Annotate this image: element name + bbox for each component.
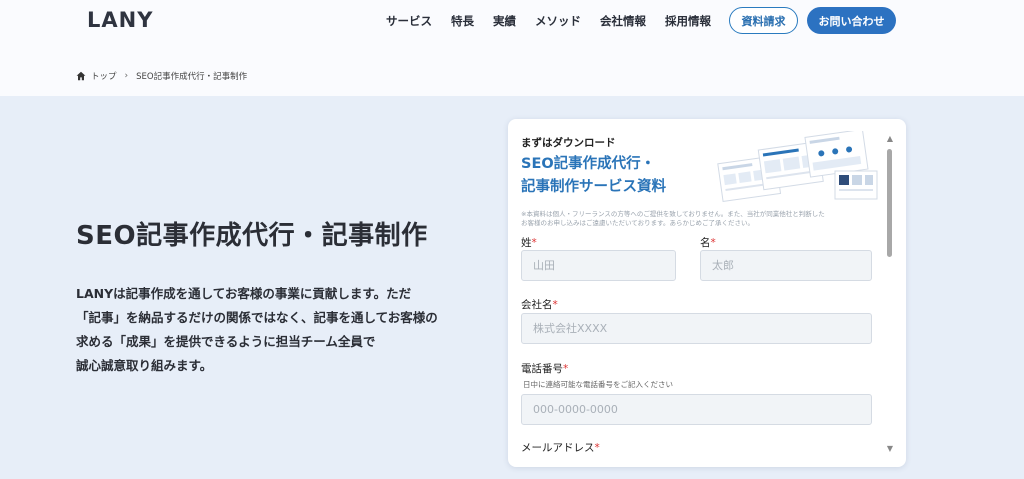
required-mark: *	[552, 299, 558, 311]
hero-desc-line: 「記事」を納品するだけの関係ではなく、記事を通してお客様の	[76, 310, 438, 325]
nav-service[interactable]: サービス	[386, 13, 432, 29]
site-header: LANY サービス 特長 実績 メソッド 会社情報 採用情報 資料請求 お問い合…	[0, 0, 1024, 62]
phone-label: 電話番号*	[521, 361, 568, 376]
breadcrumb-home[interactable]: トップ	[91, 70, 117, 82]
email-label: メールアドレス*	[521, 440, 600, 455]
breadcrumb: トップ › SEO記事作成代行・記事制作	[76, 70, 247, 82]
download-button[interactable]: 資料請求	[729, 7, 798, 34]
nav-recruit[interactable]: 採用情報	[665, 13, 711, 29]
breadcrumb-band: トップ › SEO記事作成代行・記事制作	[0, 62, 1024, 96]
download-form-card: まずはダウンロード SEO記事作成代行・ 記事制作サービス資料 ※本資料は個人・…	[508, 119, 906, 467]
last-name-input[interactable]	[521, 250, 676, 281]
phone-hint: 日中に連絡可能な電話番号をご記入ください	[523, 380, 673, 389]
hero-description: LANYは記事作成を通してお客様の事業に貢献します。ただ 「記事」を納品するだけ…	[76, 282, 476, 378]
last-name-label: 姓*	[521, 235, 537, 250]
nav-company[interactable]: 会社情報	[600, 13, 646, 29]
company-label-text: 会社名	[521, 299, 553, 311]
scrollbar-thumb[interactable]	[887, 149, 892, 257]
hero-desc-line: 誠心誠意取り組みます。	[76, 358, 213, 373]
form-title-line: SEO記事作成代行・	[521, 156, 656, 172]
required-mark: *	[563, 363, 569, 375]
form-title: SEO記事作成代行・ 記事制作サービス資料	[521, 153, 666, 199]
company-input[interactable]	[521, 313, 872, 344]
phone-label-text: 電話番号	[521, 363, 563, 375]
required-mark: *	[710, 237, 716, 249]
chevron-right-icon: ›	[124, 71, 129, 81]
email-label-text: メールアドレス	[521, 442, 595, 454]
scroll-up-arrow-icon[interactable]: ▲	[886, 135, 894, 143]
breadcrumb-current: SEO記事作成代行・記事制作	[136, 72, 248, 82]
nav-results[interactable]: 実績	[493, 13, 516, 29]
form-title-line: 記事制作サービス資料	[521, 179, 666, 195]
nav-method[interactable]: メソッド	[535, 13, 581, 29]
last-name-label-text: 姓	[521, 237, 532, 249]
form-scrollbar[interactable]: ▲ ▼	[886, 135, 894, 453]
nav-features[interactable]: 特長	[451, 13, 474, 29]
first-name-label-text: 名	[700, 237, 711, 249]
form-notice: ※本資料は個人・フリーランスの方等へのご提供を致しておりません。また、当社が同業…	[521, 210, 881, 228]
hero-desc-line: LANYは記事作成を通してお客様の事業に貢献します。ただ	[76, 286, 412, 301]
company-label: 会社名*	[521, 297, 558, 312]
first-name-label: 名*	[700, 235, 716, 250]
site-logo[interactable]: LANY	[87, 8, 153, 32]
phone-input[interactable]	[521, 394, 872, 425]
hero-desc-line: 求める「成果」を提供できるように担当チーム全員で	[76, 334, 376, 349]
contact-button[interactable]: お問い合わせ	[807, 7, 896, 34]
main-nav: サービス 特長 実績 メソッド 会社情報 採用情報	[386, 13, 711, 29]
notice-line: お客様のお申し込みはご遠慮いただいております。あらかじめご了承ください。	[521, 219, 754, 227]
home-icon	[76, 71, 86, 81]
required-mark: *	[531, 237, 537, 249]
notice-line: ※本資料は個人・フリーランスの方等へのご提供を致しておりません。また、当社が同業…	[521, 210, 825, 218]
scroll-down-arrow-icon[interactable]: ▼	[886, 445, 894, 453]
page-title: SEO記事作成代行・記事制作	[76, 221, 428, 251]
document-preview-image	[717, 131, 878, 203]
required-mark: *	[594, 442, 600, 454]
form-kicker: まずはダウンロード	[521, 137, 616, 149]
first-name-input[interactable]	[700, 250, 872, 281]
